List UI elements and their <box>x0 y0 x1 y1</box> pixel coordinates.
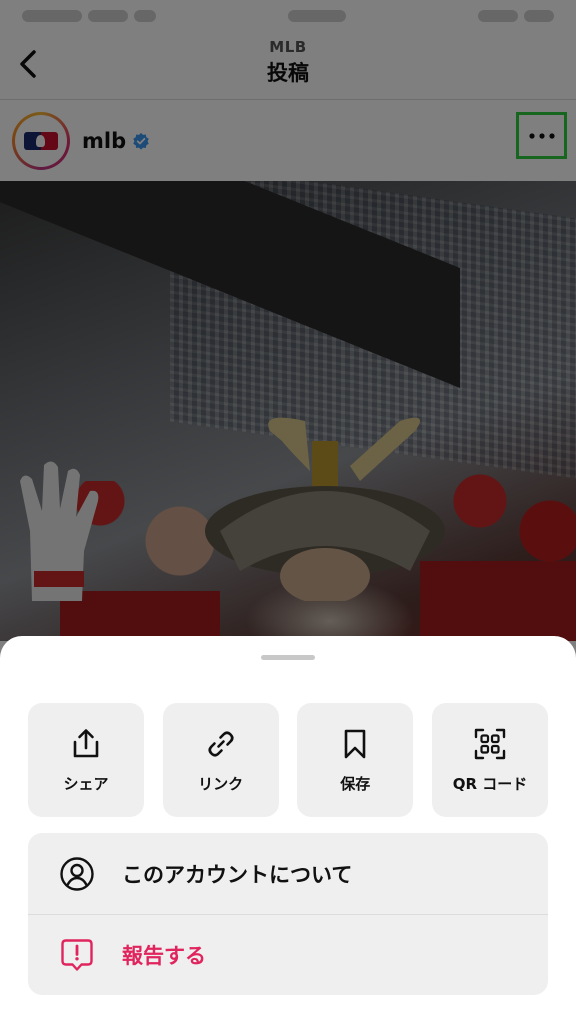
about-account-item[interactable]: このアカウントについて <box>28 833 548 914</box>
report-label: 報告する <box>122 944 206 968</box>
qr-code-button[interactable]: QR コード <box>431 703 548 817</box>
sheet-handle[interactable] <box>261 655 315 660</box>
qr-code-label: QR コード <box>452 774 528 793</box>
link-icon <box>208 730 234 757</box>
link-button[interactable]: リンク <box>162 703 279 817</box>
share-sheet: シェア リンク 保存 QR コード このアカウントについて 報告する <box>0 636 576 1024</box>
qr-code-icon <box>474 728 506 759</box>
link-label: リンク <box>198 774 244 793</box>
share-label: シェア <box>63 774 109 793</box>
options-menu: このアカウントについて 報告する <box>28 833 548 995</box>
report-item[interactable]: 報告する <box>28 914 548 995</box>
account-icon <box>60 856 94 891</box>
share-icon <box>73 728 99 757</box>
save-button[interactable]: 保存 <box>297 703 414 817</box>
bookmark-icon <box>345 729 366 758</box>
save-label: 保存 <box>340 774 371 793</box>
about-account-label: このアカウントについて <box>122 862 353 887</box>
action-row: シェア リンク 保存 QR コード <box>28 703 548 817</box>
report-icon <box>61 939 93 971</box>
share-button[interactable]: シェア <box>28 703 144 817</box>
